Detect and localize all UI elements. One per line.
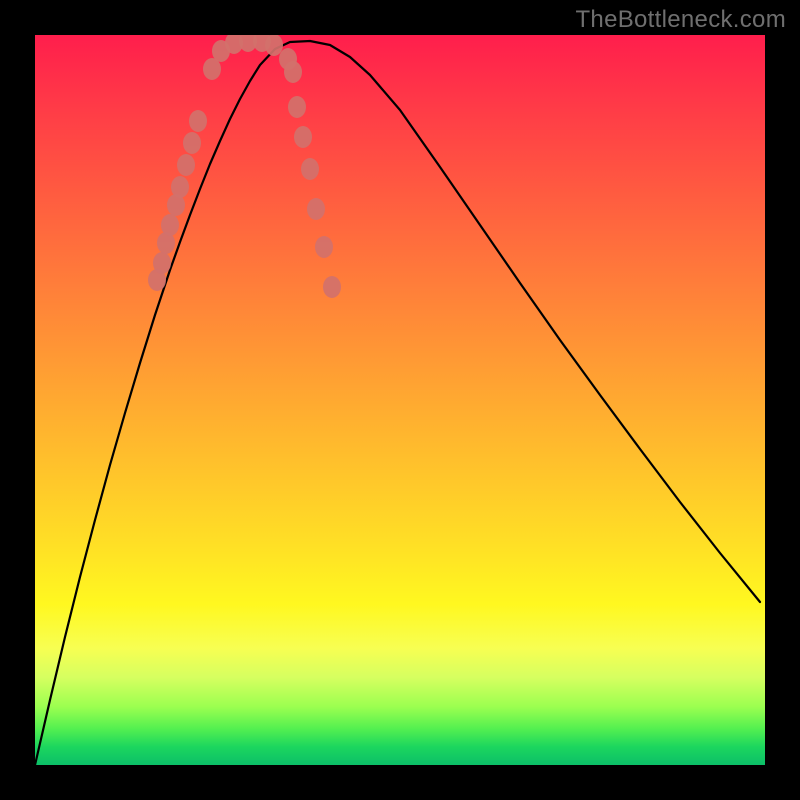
marker-dot [161,214,179,236]
marker-dot [315,236,333,258]
marker-dot [294,126,312,148]
marker-dot [323,276,341,298]
chart-svg [35,35,765,765]
marker-dot [153,252,171,274]
marker-dot [284,61,302,83]
frame: TheBottleneck.com [0,0,800,800]
marker-dot [189,110,207,132]
marker-dot [183,132,201,154]
marker-dot [301,158,319,180]
watermark-label: TheBottleneck.com [575,6,786,34]
plot-area [35,35,765,765]
marker-dot [171,176,189,198]
marker-dot [177,154,195,176]
marker-dot [265,35,283,56]
marker-dot [307,198,325,220]
marker-cluster [148,35,341,298]
marker-dot [288,96,306,118]
curve-path [35,41,760,765]
